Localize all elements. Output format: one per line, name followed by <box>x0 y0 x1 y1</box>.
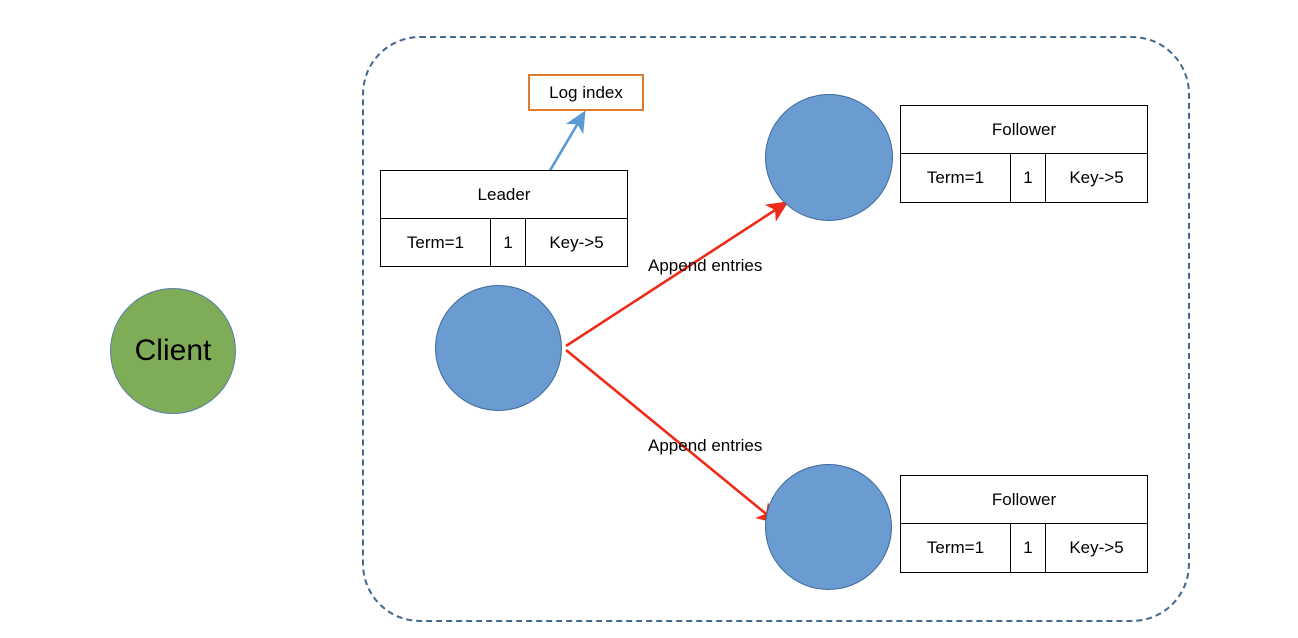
follower-1-node[interactable] <box>765 94 893 221</box>
follower-2-log-term-cell: Term=1 <box>901 524 1011 572</box>
leader-log-term-cell: Term=1 <box>381 219 491 266</box>
leader-log-title-row: Leader <box>381 171 627 219</box>
diagram-canvas: Client Leader Term=1 1 Key->5 Follower T… <box>0 0 1298 638</box>
follower-2-log-title-row: Follower <box>901 476 1147 524</box>
follower-2-log-entry-row: Term=1 1 Key->5 <box>901 524 1147 572</box>
leader-log-command-value: Key->5 <box>549 232 604 252</box>
follower-1-log-term-value: Term=1 <box>926 168 985 187</box>
leader-log-index-value: 1 <box>503 232 513 252</box>
client-node-label: Client <box>134 334 212 367</box>
follower-2-log-table: Follower Term=1 1 Key->5 <box>900 475 1148 573</box>
append-entries-label-bottom: Append entries <box>648 436 763 455</box>
append-entries-label-top: Append entries <box>648 256 763 275</box>
follower-1-log-table: Follower Term=1 1 Key->5 <box>900 105 1148 203</box>
follower-2-log-index-value: 1 <box>1023 538 1033 557</box>
leader-log-command-cell: Key->5 <box>526 219 627 266</box>
leader-log-term-value: Term=1 <box>406 232 465 252</box>
follower-2-log-command-cell: Key->5 <box>1046 524 1147 572</box>
follower-2-node[interactable] <box>765 464 892 590</box>
follower-1-log-entry-row: Term=1 1 Key->5 <box>901 154 1147 202</box>
follower-1-log-index-cell: 1 <box>1011 154 1046 202</box>
log-index-callout: Log index <box>528 74 644 111</box>
follower-1-log-title-row: Follower <box>901 106 1147 154</box>
follower-2-log-term-value: Term=1 <box>926 538 985 557</box>
follower-2-log-index-cell: 1 <box>1011 524 1046 572</box>
log-index-callout-label: Log index <box>549 82 623 102</box>
leader-log-table: Leader Term=1 1 Key->5 <box>380 170 628 267</box>
follower-1-log-command-cell: Key->5 <box>1046 154 1147 202</box>
follower-1-log-term-cell: Term=1 <box>901 154 1011 202</box>
follower-2-log-title: Follower <box>991 489 1057 509</box>
leader-log-index-cell: 1 <box>491 219 526 266</box>
follower-2-log-command-value: Key->5 <box>1069 538 1124 557</box>
follower-1-log-index-value: 1 <box>1023 168 1033 187</box>
leader-node[interactable] <box>435 285 562 411</box>
follower-1-log-title: Follower <box>991 119 1057 139</box>
leader-log-title: Leader <box>477 184 531 204</box>
follower-1-log-command-value: Key->5 <box>1069 168 1124 187</box>
leader-log-entry-row: Term=1 1 Key->5 <box>381 219 627 266</box>
client-node[interactable]: Client <box>110 288 236 414</box>
